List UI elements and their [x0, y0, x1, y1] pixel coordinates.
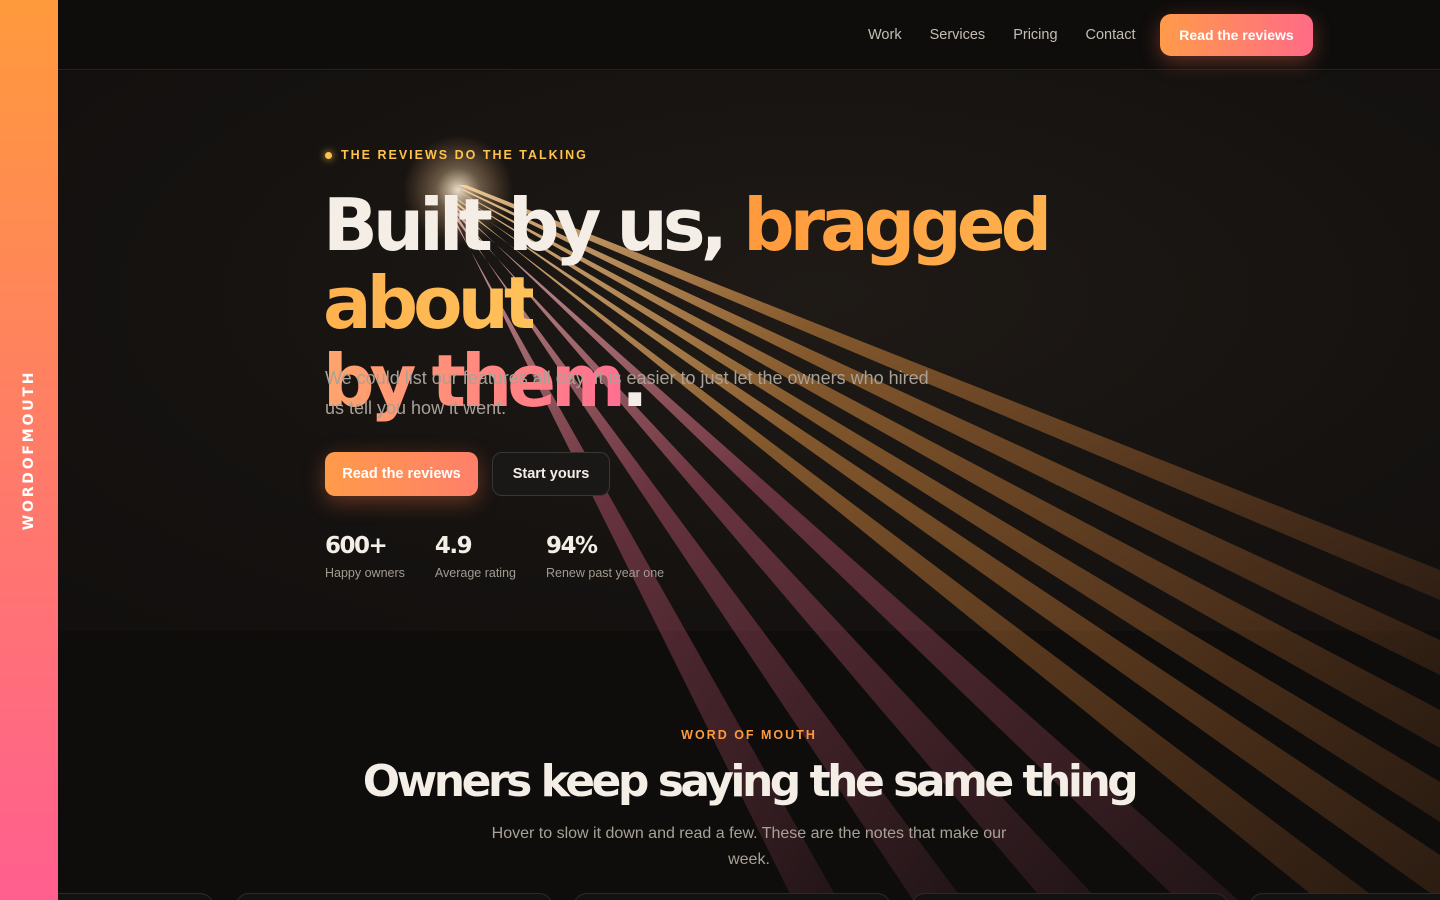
nav-link-pricing[interactable]: Pricing	[1013, 27, 1057, 43]
review-card[interactable]	[573, 893, 891, 900]
reviews-title: Owners keep saying the same thing	[362, 756, 1139, 807]
stat-happy-owners: 600+ Happy owners	[325, 532, 405, 580]
nav-link-services[interactable]: Services	[930, 27, 986, 43]
main-content: Work Services Pricing Contact Read the r…	[58, 0, 1440, 900]
stat-value: 600+	[325, 533, 388, 559]
main-nav: Work Services Pricing Contact	[868, 0, 1136, 70]
read-reviews-button[interactable]: Read the reviews	[325, 452, 478, 496]
brand-rail: WORDOFMOUTH	[0, 0, 58, 900]
stat-value: 4.9	[434, 533, 473, 559]
hero-description: We could list our features all day. It i…	[325, 368, 929, 418]
dot-icon	[325, 151, 332, 159]
stat-label: Renew past year one	[545, 566, 665, 580]
start-yours-button[interactable]: Start yours	[492, 452, 610, 496]
nav-link-contact[interactable]: Contact	[1086, 27, 1136, 43]
hero-stats: 600+ Happy owners 4.9 Average rating 94%…	[325, 532, 664, 580]
nav-link-work[interactable]: Work	[868, 27, 902, 43]
headline-part-1: Built by us,	[323, 183, 744, 267]
brand-logo-text[interactable]: WORDOFMOUTH	[21, 370, 37, 530]
stat-value: 94%	[545, 533, 598, 559]
nav-read-reviews-button[interactable]: Read the reviews	[1160, 14, 1313, 56]
stat-label: Average rating	[434, 566, 516, 580]
hero-eyebrow-text: THE REVIEWS DO THE TALKING	[341, 148, 588, 162]
hero-eyebrow: THE REVIEWS DO THE TALKING	[325, 148, 588, 162]
stat-average-rating: 4.9 Average rating	[435, 532, 516, 580]
top-navigation-bar: Work Services Pricing Contact Read the r…	[58, 0, 1440, 70]
review-card[interactable]	[235, 893, 553, 900]
review-card[interactable]	[1249, 893, 1440, 900]
review-card[interactable]	[911, 893, 1229, 900]
reviews-subtitle: Hover to slow it down and read a few. Th…	[491, 825, 1007, 868]
review-card[interactable]	[58, 893, 214, 900]
reviews-eyebrow: WORD OF MOUTH	[681, 728, 817, 742]
stat-label: Happy owners	[325, 566, 405, 580]
stat-renewal-rate: 94% Renew past year one	[546, 532, 664, 580]
